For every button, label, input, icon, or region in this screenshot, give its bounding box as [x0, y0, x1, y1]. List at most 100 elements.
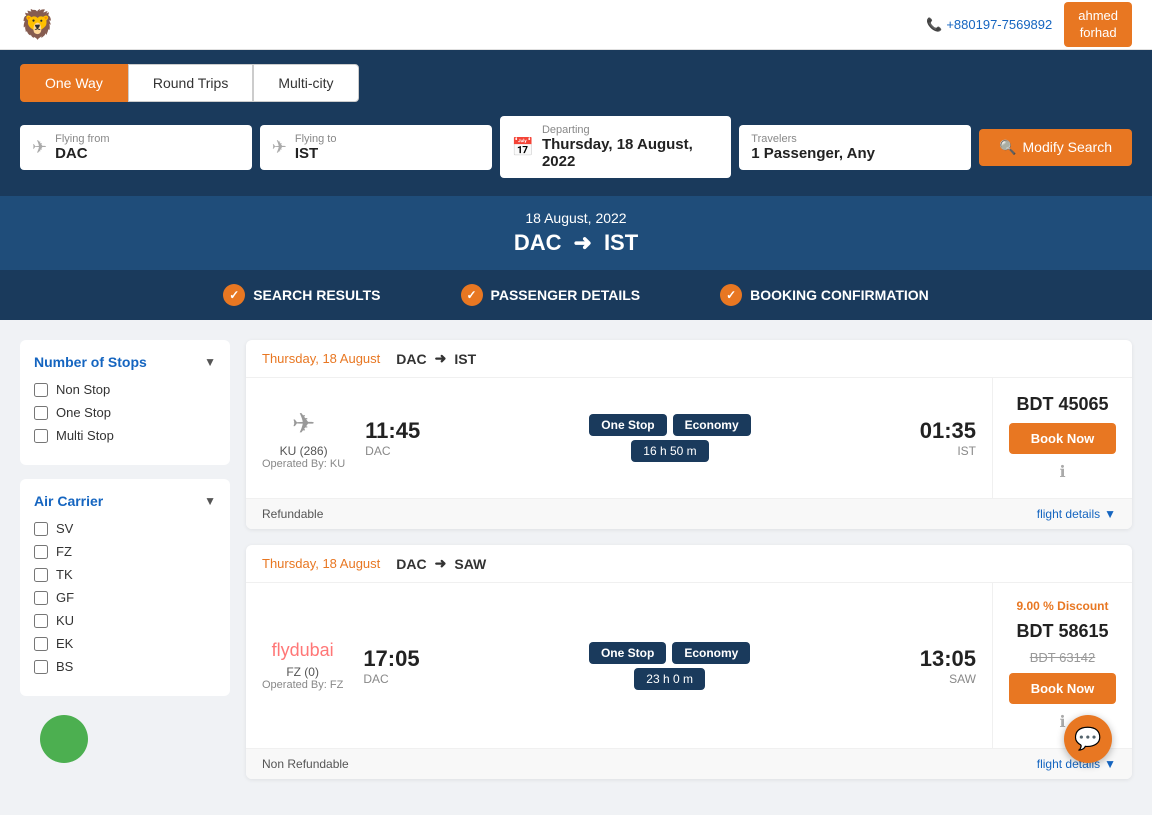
result-1-arrive-time: 01:35 — [920, 418, 976, 444]
user-button[interactable]: ahmed forhad — [1064, 2, 1132, 48]
result-1-operated: Operated By: KU — [262, 458, 345, 470]
filter-bs: BS — [34, 659, 216, 674]
result-2-middle: One Stop Economy 23 h 0 m — [440, 642, 900, 690]
travelers-field[interactable]: Travelers 1 Passenger, Any — [739, 125, 971, 170]
filter-sv: SV — [34, 521, 216, 536]
result-2-price-old: BDT 63142 — [1030, 650, 1096, 665]
tk-checkbox[interactable] — [34, 568, 48, 582]
departing-field[interactable]: 📅 Departing Thursday, 18 August, 2022 — [500, 116, 732, 178]
filter-ku: KU — [34, 613, 216, 628]
result-1-depart: 11:45 DAC — [365, 418, 420, 458]
fz-checkbox[interactable] — [34, 545, 48, 559]
bs-checkbox[interactable] — [34, 660, 48, 674]
non-stop-checkbox[interactable] — [34, 383, 48, 397]
result-1-book-button[interactable]: Book Now — [1009, 423, 1116, 454]
ek-checkbox[interactable] — [34, 637, 48, 651]
steps: ✓ SEARCH RESULTS ✓ PASSENGER DETAILS ✓ B… — [0, 270, 1152, 320]
phone-icon: 📞 — [926, 17, 942, 33]
result-2-airline: flydubai FZ (0) Operated By: FZ — [262, 640, 343, 691]
filter-gf: GF — [34, 590, 216, 605]
plane-from-icon: ✈ — [32, 137, 47, 158]
header-right: 📞 +880197-7569892 ahmed forhad — [926, 2, 1132, 48]
result-2-header: Thursday, 18 August DAC ➜ SAW — [246, 545, 1132, 583]
result-1-class-badge: Economy — [673, 414, 751, 436]
tab-multi-city[interactable]: Multi-city — [253, 64, 358, 102]
plane-to-icon: ✈ — [272, 137, 287, 158]
result-1-depart-airport: DAC — [365, 444, 420, 458]
search-fields: ✈ Flying from DAC ✈ Flying to IST 📅 Depa… — [20, 116, 1132, 178]
filter-one-stop: One Stop — [34, 405, 216, 420]
flying-to-label: Flying to — [295, 133, 337, 145]
modify-search-button[interactable]: 🔍 Modify Search — [979, 129, 1132, 166]
result-2-discount: 9.00 % Discount — [1016, 599, 1108, 613]
result-1-duration: 16 h 50 m — [631, 440, 708, 462]
stops-filter-title[interactable]: Number of Stops ▼ — [34, 354, 216, 370]
arrow-icon: ➜ — [574, 230, 592, 256]
result-2-depart-airport: DAC — [363, 672, 419, 686]
flying-from-label: Flying from — [55, 133, 109, 145]
airline-logo-icon-2: flydubai — [272, 640, 334, 661]
result-1-route: DAC ➜ IST — [396, 350, 476, 367]
step-check-icon-1: ✓ — [223, 284, 245, 306]
result-2-depart-time: 17:05 — [363, 646, 419, 672]
result-2-duration: 23 h 0 m — [634, 668, 705, 690]
result-2-book-button[interactable]: Book Now — [1009, 673, 1116, 704]
result-2-arrive-airport: SAW — [949, 672, 976, 686]
travelers-value: 1 Passenger, Any — [751, 145, 875, 162]
travelers-label: Travelers — [751, 133, 875, 145]
route-display: DAC ➜ IST — [14, 230, 1138, 256]
step-check-icon-2: ✓ — [461, 284, 483, 306]
multi-stop-checkbox[interactable] — [34, 429, 48, 443]
result-card-2: Thursday, 18 August DAC ➜ SAW flydubai F… — [246, 545, 1132, 779]
result-1-price-panel: BDT 45065 Book Now ℹ — [992, 378, 1132, 498]
result-2-flight-info: flydubai FZ (0) Operated By: FZ 17:05 DA… — [246, 583, 992, 748]
sv-checkbox[interactable] — [34, 522, 48, 536]
result-card-1: Thursday, 18 August DAC ➜ IST ✈ KU (286)… — [246, 340, 1132, 529]
main-content: Number of Stops ▼ Non Stop One Stop Mult… — [0, 320, 1152, 815]
result-2-class-badge: Economy — [672, 642, 750, 664]
filter-multi-stop: Multi Stop — [34, 428, 216, 443]
result-1-header: Thursday, 18 August DAC ➜ IST — [246, 340, 1132, 378]
tab-round-trips[interactable]: Round Trips — [128, 64, 253, 102]
gf-checkbox[interactable] — [34, 591, 48, 605]
filter-tk: TK — [34, 567, 216, 582]
filter-ek: EK — [34, 636, 216, 651]
result-2-stop-badge: One Stop — [589, 642, 666, 664]
green-circle-button[interactable] — [40, 715, 88, 763]
route-date: 18 August, 2022 — [14, 210, 1138, 226]
step-search-results: ✓ SEARCH RESULTS — [223, 284, 380, 306]
step-check-icon-3: ✓ — [720, 284, 742, 306]
result-2-depart: 17:05 DAC — [363, 646, 419, 686]
carrier-filter: Air Carrier ▼ SV FZ TK GF KU — [20, 479, 230, 696]
chat-bubble[interactable]: 💬 — [1064, 715, 1112, 763]
ku-checkbox[interactable] — [34, 614, 48, 628]
calendar-icon: 📅 — [512, 137, 534, 158]
result-1-flight-info: ✈ KU (286) Operated By: KU 11:45 DAC One… — [246, 378, 992, 498]
result-1-flight-details-link[interactable]: flight details ▼ — [1037, 507, 1116, 521]
result-1-depart-time: 11:45 — [365, 418, 420, 444]
info-icon-1[interactable]: ℹ — [1059, 462, 1065, 482]
stops-filter: Number of Stops ▼ Non Stop One Stop Mult… — [20, 340, 230, 465]
flying-from-field[interactable]: ✈ Flying from DAC — [20, 125, 252, 170]
flying-to-field[interactable]: ✈ Flying to IST — [260, 125, 492, 170]
result-2-price-panel: 9.00 % Discount BDT 58615 BDT 63142 Book… — [992, 583, 1132, 748]
tab-one-way[interactable]: One Way — [20, 64, 128, 102]
result-2-route: DAC ➜ SAW — [396, 555, 486, 572]
step-passenger-details: ✓ PASSENGER DETAILS — [461, 284, 641, 306]
airline-logo-icon-1: ✈ — [292, 407, 315, 440]
carrier-filter-title[interactable]: Air Carrier ▼ — [34, 493, 216, 509]
info-icon-2[interactable]: ℹ — [1059, 712, 1065, 732]
filter-non-stop: Non Stop — [34, 382, 216, 397]
result-2-footer: Non Refundable flight details ▼ — [246, 748, 1132, 779]
search-icon: 🔍 — [999, 139, 1016, 156]
carrier-chevron-icon: ▼ — [204, 494, 216, 508]
chevron-down-icon: ▼ — [204, 355, 216, 369]
departing-label: Departing — [542, 124, 719, 136]
result-2-body: flydubai FZ (0) Operated By: FZ 17:05 DA… — [246, 583, 1132, 748]
result-1-middle: One Stop Economy 16 h 50 m — [440, 414, 900, 462]
result-1-footer: Refundable flight details ▼ — [246, 498, 1132, 529]
one-stop-checkbox[interactable] — [34, 406, 48, 420]
route-from: DAC — [514, 230, 562, 256]
flying-to-value: IST — [295, 145, 337, 162]
result-2-arrive-time: 13:05 — [920, 646, 976, 672]
